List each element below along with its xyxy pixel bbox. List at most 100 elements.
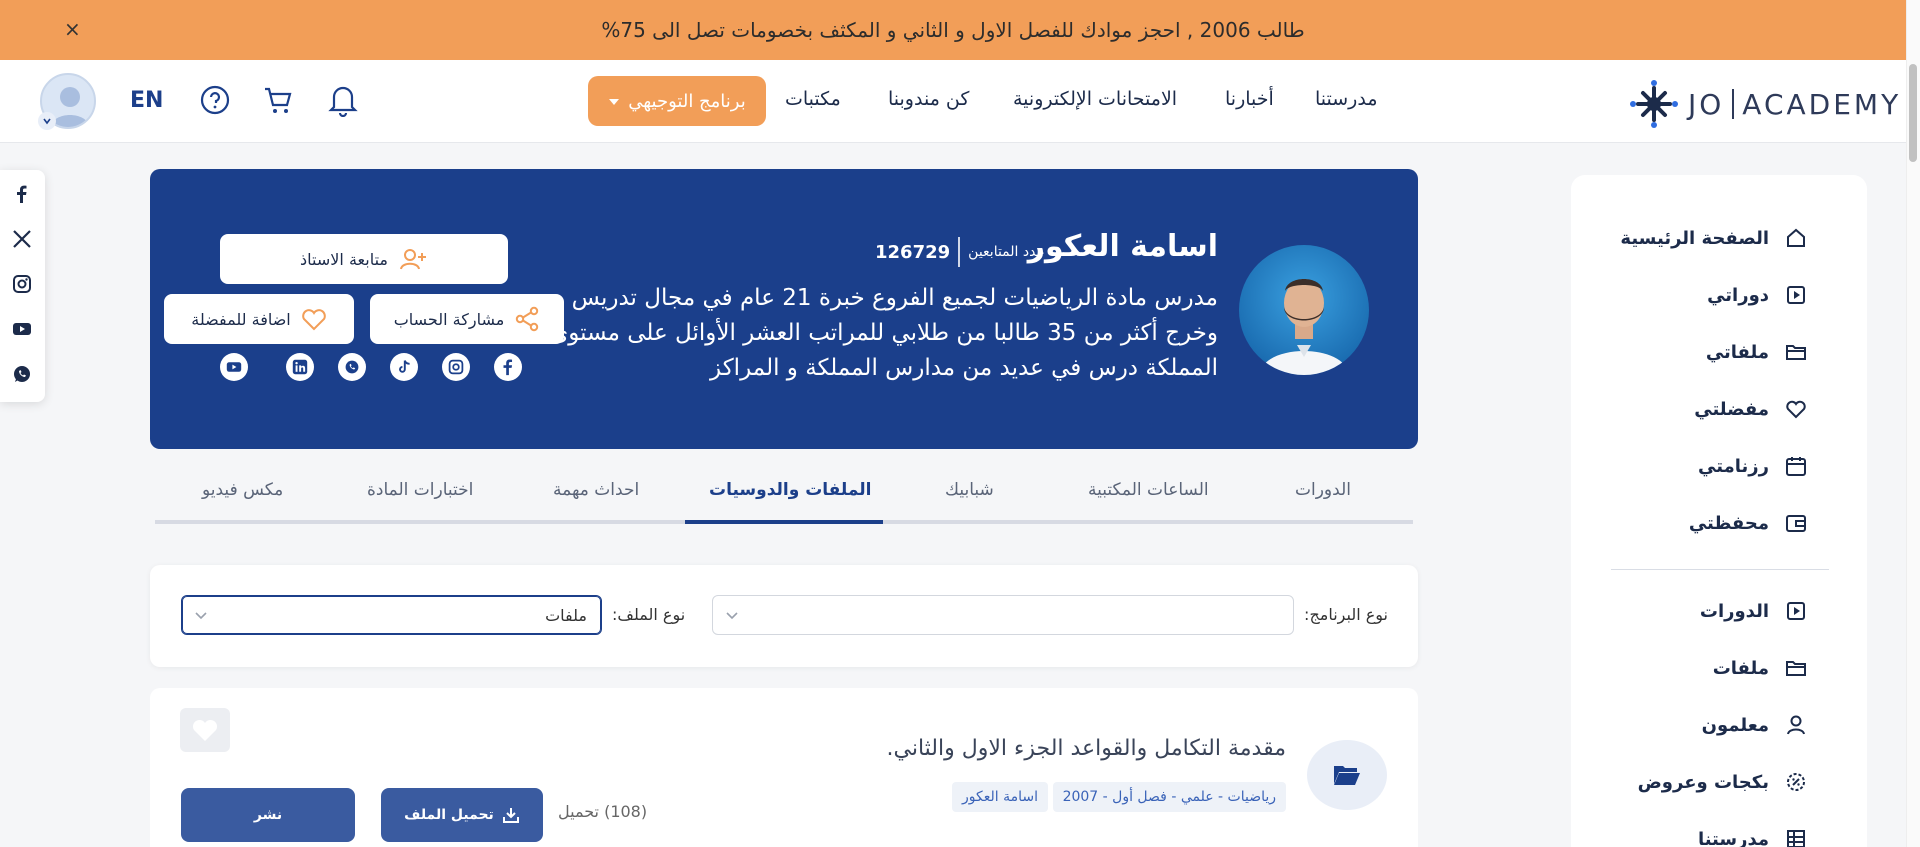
whatsapp-icon[interactable] [338,353,366,381]
cart-icon[interactable] [262,84,294,116]
nav-link-our-school[interactable]: مدرستنا [1315,88,1378,110]
teacher-tabs: الدورات الساعات المكتبية شبابيك الملفات … [155,472,1413,524]
follow-teacher-button[interactable]: متابعة الاستاذ [220,234,508,284]
sidebar-item-packages[interactable]: بكجات وعروض [1638,771,1807,793]
instagram-icon[interactable] [12,274,32,294]
help-icon[interactable] [200,85,230,115]
program-button-label: برنامج التوجيهي [628,90,746,112]
followers-count: عدد المتابعين 126729 [875,237,1045,267]
top-navbar: EN برنامج التوجيهي مكتبات كن مندوبنا الا… [0,60,1906,143]
nav-link-libraries[interactable]: مكتبات [785,88,841,110]
sidebar-item-teachers[interactable]: معلمون [1702,714,1807,736]
sidebar-item-my-courses[interactable]: دوراتي [1707,284,1807,306]
sidebar-item-wallet[interactable]: محفظتي [1689,512,1807,534]
bio-line: مدرس مادة الرياضيات لجميع الفروع خبرة 21… [571,285,1218,311]
sidebar-item-our-school[interactable]: مدرستنا [1698,828,1807,847]
sidebar-item-files[interactable]: ملفات [1713,657,1807,679]
teacher-profile-card: اسامة العكور عدد المتابعين 126729 مدرس م… [150,169,1418,449]
badge-icon [1785,771,1807,793]
add-to-favorites-button[interactable]: اضافة للمفضلة [164,294,354,344]
tab-important-events[interactable]: احداث مهمة [553,480,639,500]
bell-icon[interactable] [328,83,358,117]
chevron-down-icon[interactable] [38,112,56,130]
play-square-icon [1785,284,1807,306]
tab-mix-video[interactable]: مكس فيديو [202,480,283,500]
youtube-icon[interactable] [220,353,248,381]
scrollbar-thumb[interactable] [1909,64,1917,162]
tab-files-and-dossiers[interactable]: الملفات والدوسيات [709,480,871,500]
home-icon [1785,227,1807,249]
user-plus-icon [398,247,428,271]
sidebar-item-calendar[interactable]: رزنامتي [1698,455,1807,477]
followers-divider [958,237,961,267]
followers-label: عدد المتابعين [968,244,1045,260]
program-dropdown-button[interactable]: برنامج التوجيهي [588,76,766,126]
bio-line: وخرج أكثر من 35 طالبا من طلابي للمراتب ا… [550,320,1218,346]
download-file-button[interactable]: تحميل الملف [381,788,543,842]
file-type-badge [1307,740,1387,810]
calendar-icon [1785,455,1807,477]
followers-number: 126729 [875,241,951,263]
sidebar-divider [1611,569,1829,570]
heart-icon [301,307,327,331]
teacher-photo [1239,245,1369,375]
tab-courses[interactable]: الدورات [1295,480,1351,500]
nav-link-news[interactable]: أخبارنا [1225,88,1274,110]
heart-icon [192,719,218,741]
close-icon[interactable]: × [64,17,81,41]
sidebar-item-courses[interactable]: الدورات [1700,600,1807,622]
tiktok-icon[interactable] [390,353,418,381]
sidebar-item-label: بكجات وعروض [1637,771,1769,793]
user-icon [1785,714,1807,736]
right-sidebar: الصفحة الرئيسية دوراتي ملفاتي مفضلتي رزن… [1571,175,1867,847]
file-type-value: ملفات [545,606,587,625]
file-type-label: نوع الملف: [612,605,686,624]
file-tag-subject: رياضيات - علمي - فصل أول - 2007 [1052,782,1286,812]
teacher-name: اسامة العكور [1027,229,1218,264]
active-tab-indicator [685,520,883,524]
facebook-icon[interactable] [12,184,32,204]
download-count: (108) تحميل [558,802,648,821]
linkedin-icon[interactable] [286,353,314,381]
promo-banner: × طالب 2006 , احجز موادك للفصل الاول و ا… [0,0,1906,60]
sidebar-item-label: دوراتي [1707,284,1769,306]
sidebar-item-home[interactable]: الصفحة الرئيسية [1620,227,1807,249]
favorite-button-label: اضافة للمفضلة [191,309,291,329]
file-card: مقدمة التكامل والقواعد الجزء الاول والثا… [150,688,1418,847]
folder-icon [1785,657,1807,679]
share-account-button[interactable]: مشاركة الحساب [370,294,564,344]
page-scrollbar[interactable] [1906,0,1920,847]
file-type-select[interactable]: ملفات [181,595,602,635]
favorite-toggle[interactable] [180,708,230,752]
jo-academy-logo[interactable]: JO ACADEMY [1628,78,1901,130]
logo-text-jo: JO [1688,87,1725,121]
youtube-icon[interactable] [12,319,32,339]
sidebar-item-favorites[interactable]: مفضلتي [1694,398,1807,420]
chevron-down-icon [194,607,208,626]
chevron-down-icon [725,607,739,626]
nav-link-be-our-rep[interactable]: كن مندوبنا [888,88,969,110]
publish-button-label: نشر [253,807,283,823]
program-type-select[interactable] [712,595,1294,635]
x-icon[interactable] [12,229,32,249]
sidebar-item-label: ملفاتي [1705,341,1769,363]
instagram-icon[interactable] [442,353,470,381]
play-square-icon [1785,600,1807,622]
sidebar-item-my-files[interactable]: ملفاتي [1706,341,1807,363]
whatsapp-icon[interactable] [12,364,32,384]
chevron-down-icon [608,91,620,112]
sidebar-item-label: مدرستنا [1697,828,1769,847]
publish-button[interactable]: نشر [181,788,355,842]
tab-office-hours[interactable]: الساعات المكتبية [1088,480,1209,500]
tab-subject-tests[interactable]: اختبارات المادة [367,480,473,500]
promo-text: طالب 2006 , احجز موادك للفصل الاول و الث… [601,18,1305,42]
sidebar-item-label: الدورات [1699,600,1769,622]
wallet-icon [1785,512,1807,534]
tab-windows[interactable]: شبابيك [945,480,994,500]
facebook-icon[interactable] [494,353,522,381]
follow-button-label: متابعة الاستاذ [300,249,388,269]
nav-link-exams[interactable]: الامتحانات الإلكترونية [1013,88,1177,110]
file-title[interactable]: مقدمة التكامل والقواعد الجزء الاول والثا… [887,736,1286,761]
language-toggle[interactable]: EN [130,88,163,113]
folder-open-icon [1334,766,1360,785]
